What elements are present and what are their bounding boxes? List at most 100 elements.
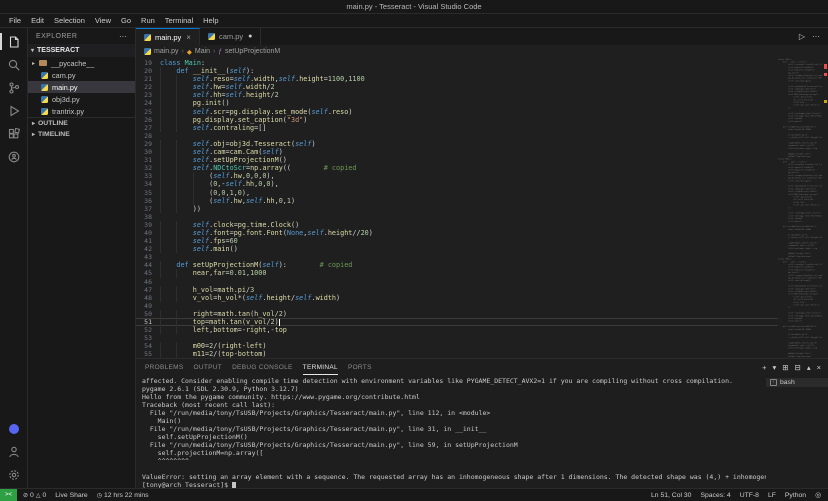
menu-edit[interactable]: Edit: [26, 16, 49, 25]
settings-gear-icon[interactable]: [0, 463, 27, 486]
code-line[interactable]: 54 m00=2/(right-left): [136, 342, 778, 350]
file--pycache-[interactable]: ▸__pycache__: [28, 57, 135, 69]
panel-tab-problems[interactable]: PROBLEMS: [145, 359, 184, 375]
code-line[interactable]: 22 self.hw=self.width/2: [136, 83, 778, 91]
code-line[interactable]: 38: [136, 213, 778, 221]
code-line[interactable]: 37 )): [136, 205, 778, 213]
source-control-icon[interactable]: [0, 76, 27, 99]
split-terminal-icon[interactable]: ⊞: [782, 363, 788, 372]
run-python-file-icon[interactable]: ▷: [799, 32, 805, 41]
panel-tab-output[interactable]: OUTPUT: [194, 359, 223, 375]
file-obj3d-py[interactable]: obj3d.py: [28, 93, 135, 105]
code-line[interactable]: 26 pg.display.set_caption("3d"): [136, 116, 778, 124]
discord-icon[interactable]: [0, 417, 27, 440]
code-line[interactable]: 36 (self.hw,self.hh,0,1): [136, 197, 778, 205]
code-line[interactable]: 45 near,far=0.01,1000: [136, 269, 778, 277]
indent-guide: [160, 237, 161, 245]
code-line[interactable]: 35 (0,0,1,0),: [136, 189, 778, 197]
status-python[interactable]: Python: [785, 492, 806, 499]
status-spaces-4[interactable]: Spaces: 4: [700, 492, 730, 499]
remote-indicator[interactable]: ><: [0, 489, 17, 501]
error-icon: ⊘: [23, 492, 28, 499]
launch-profile-chevron-icon[interactable]: ▾: [772, 363, 776, 372]
code-line[interactable]: 24 pg.init(): [136, 99, 778, 107]
code-line[interactable]: 51 top=math.tan(v_vol/2): [136, 318, 778, 326]
maximize-panel-icon[interactable]: ▴: [807, 363, 811, 372]
terminal[interactable]: affected. Consider enabling compile time…: [136, 375, 766, 488]
breadcrumb-item[interactable]: Main: [195, 48, 210, 55]
problems-status[interactable]: ⊘0△0: [23, 492, 46, 499]
code-line[interactable]: 30 self.cam=cam.Cam(self): [136, 148, 778, 156]
section-timeline[interactable]: ▸TIMELINE: [28, 129, 135, 140]
code-line[interactable]: 21 self.reso=self.width,self.height=1100…: [136, 75, 778, 83]
search-icon[interactable]: [0, 53, 27, 76]
code-line[interactable]: 41 self.fps=60: [136, 237, 778, 245]
code-line[interactable]: 39 self.clock=pg.time.Clock(): [136, 221, 778, 229]
code-line[interactable]: 27 self.contraling=[]: [136, 124, 778, 132]
file-cam-py[interactable]: cam.py: [28, 69, 135, 81]
file-trantrix-py[interactable]: trantrix.py: [28, 105, 135, 117]
accounts-icon[interactable]: [0, 440, 27, 463]
file-tree: ▸__pycache__cam.pymain.pyobj3d.pytrantri…: [28, 57, 135, 117]
code-line[interactable]: 25 self.scr=pg.display.set_mode(self.res…: [136, 108, 778, 116]
indent-guide: [176, 326, 177, 334]
menu-run[interactable]: Run: [136, 16, 160, 25]
more-actions-icon[interactable]: ···: [119, 32, 127, 41]
code-line[interactable]: 50 right=math.tan(h_vol/2): [136, 310, 778, 318]
run-debug-icon[interactable]: [0, 99, 27, 122]
code-line[interactable]: 42 self.main(): [136, 245, 778, 253]
code-line[interactable]: 31 self.setUpProjectionM(): [136, 156, 778, 164]
terminal-instance-bash[interactable]: ›bash: [766, 378, 828, 387]
tab-cam-py[interactable]: cam.py●: [200, 28, 261, 45]
code-line[interactable]: 34 (0,-self.hh,0,0),: [136, 180, 778, 188]
code-line[interactable]: 52 left,bottom=-right,-top: [136, 326, 778, 334]
code-line[interactable]: 55 m11=2/(top-bottom): [136, 350, 778, 358]
tab-main-py[interactable]: main.py×: [136, 28, 200, 45]
time-tracker-status[interactable]: ◷12 hrs 22 mins: [97, 492, 149, 499]
panel-tab-debug-console[interactable]: DEBUG CONSOLE: [232, 359, 293, 375]
editor-more-actions-icon[interactable]: ···: [812, 32, 820, 41]
file-main-py[interactable]: main.py: [28, 81, 135, 93]
live-share-icon[interactable]: [0, 145, 27, 168]
folder-root[interactable]: ▾ TESSERACT: [28, 44, 135, 57]
status-lf[interactable]: LF: [768, 492, 776, 499]
code-line[interactable]: 49: [136, 302, 778, 310]
code-line[interactable]: 32 self.NDCtoScr=np.array(( # copied: [136, 164, 778, 172]
breadcrumb-item[interactable]: setUpProjectionM: [225, 48, 280, 55]
code-line[interactable]: 53: [136, 334, 778, 342]
live-share-status[interactable]: Live Share: [55, 492, 88, 499]
close-icon[interactable]: ×: [186, 33, 191, 42]
menu-selection[interactable]: Selection: [49, 16, 90, 25]
code-line[interactable]: 28: [136, 132, 778, 140]
code-line[interactable]: 29 self.obj=obj3d.Tesseract(self): [136, 140, 778, 148]
menu-terminal[interactable]: Terminal: [160, 16, 198, 25]
extensions-icon[interactable]: [0, 122, 27, 145]
menu-help[interactable]: Help: [198, 16, 223, 25]
menu-go[interactable]: Go: [116, 16, 136, 25]
code-line[interactable]: 20 def __init__(self):: [136, 67, 778, 75]
code-line[interactable]: 40 self.font=pg.font.Font(None,self.heig…: [136, 229, 778, 237]
status-ln-51-col-30[interactable]: Ln 51, Col 30: [651, 492, 691, 499]
notifications-bell-icon[interactable]: ◎: [815, 491, 821, 499]
code-line[interactable]: 43: [136, 253, 778, 261]
status-utf-8[interactable]: UTF-8: [740, 492, 759, 499]
panel-tab-ports[interactable]: PORTS: [348, 359, 372, 375]
code-line[interactable]: 46: [136, 278, 778, 286]
code-line[interactable]: 44 def setUpProjectionM(self): # copied: [136, 261, 778, 269]
code-line[interactable]: 47 h_vol=math.pi/3: [136, 286, 778, 294]
code-line[interactable]: 48 v_vol=h_vol*(self.height/self.width): [136, 294, 778, 302]
new-terminal-icon[interactable]: +: [762, 363, 766, 372]
explorer-icon[interactable]: [0, 30, 27, 53]
kill-terminal-icon[interactable]: ⊟: [795, 363, 801, 372]
close-panel-icon[interactable]: ×: [817, 363, 821, 372]
breadcrumb-item[interactable]: main.py: [154, 48, 179, 55]
code-line[interactable]: 23 self.hh=self.height/2: [136, 91, 778, 99]
menu-file[interactable]: File: [4, 16, 26, 25]
minimap[interactable]: class Main: def __init__(self): self.res…: [778, 58, 822, 358]
menu-view[interactable]: View: [90, 16, 116, 25]
panel-tab-terminal[interactable]: TERMINAL: [303, 359, 338, 375]
code-line[interactable]: 33 (self.hw,0,0,0),: [136, 172, 778, 180]
code-line[interactable]: 19class Main:: [136, 59, 778, 67]
section-outline[interactable]: ▸OUTLINE: [28, 118, 135, 129]
editor[interactable]: 19class Main:20 def __init__(self):21 se…: [136, 58, 828, 358]
